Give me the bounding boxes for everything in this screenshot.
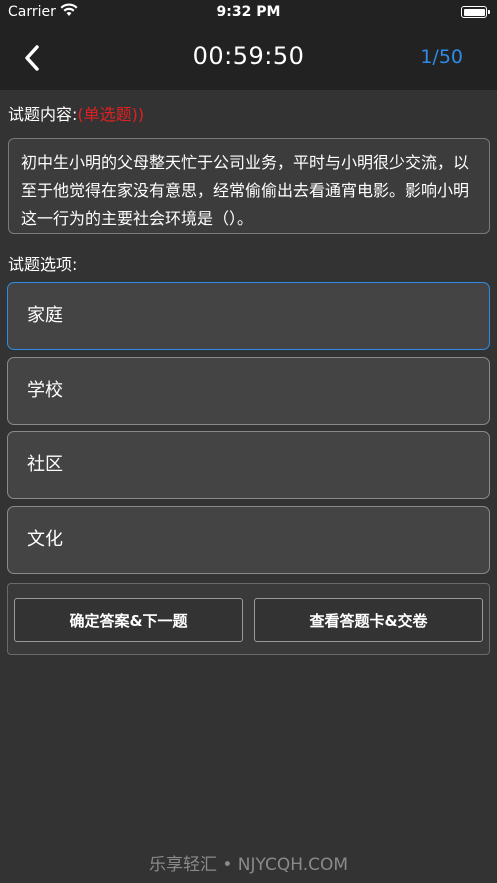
- action-bar: 确定答案&下一题 查看答题卡&交卷: [7, 583, 490, 655]
- question-text: 初中生小明的父母整天忙于公司业务，平时与小明很少交流，以至于他觉得在家没有意思，…: [8, 138, 490, 234]
- status-bar: Carrier 9:32 PM: [0, 0, 497, 26]
- option-c[interactable]: 社区: [7, 431, 490, 499]
- question-heading: 试题内容:(单选题)): [8, 101, 144, 125]
- question-type: (单选题)): [77, 105, 145, 124]
- options-label: 试题选项:: [8, 255, 78, 274]
- option-b[interactable]: 学校: [7, 357, 490, 425]
- option-d[interactable]: 文化: [7, 506, 490, 574]
- question-label: 试题内容:: [8, 105, 78, 124]
- answer-card-submit-button[interactable]: 查看答题卡&交卷: [254, 598, 483, 642]
- confirm-next-button[interactable]: 确定答案&下一题: [14, 598, 243, 642]
- option-a[interactable]: 家庭: [7, 282, 490, 350]
- watermark: 乐享轻汇 • NJYCQH.COM: [148, 855, 349, 875]
- nav-bar: 00:59:50 1/50: [0, 26, 497, 90]
- status-time: 9:32 PM: [216, 4, 281, 20]
- battery-icon: [461, 6, 490, 18]
- question-progress: 1/50: [420, 46, 463, 68]
